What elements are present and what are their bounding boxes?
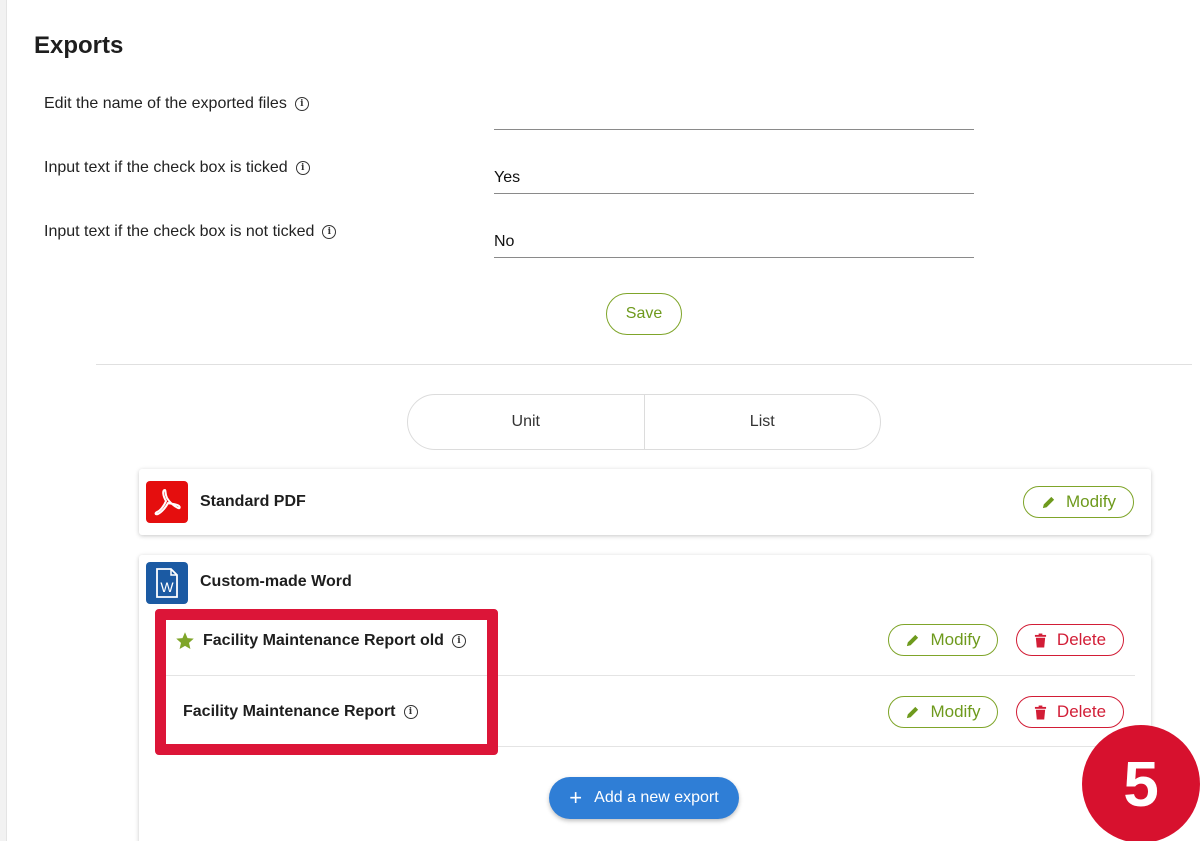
tab-list[interactable]: List [643,395,881,449]
modify-label: Modify [1065,492,1117,511]
filename-input[interactable] [494,98,974,130]
unticked-setting-label: Input text if the check box is not ticke… [44,223,337,241]
delete-label: Delete [1056,702,1107,721]
info-icon[interactable]: i [295,161,310,175]
add-export-button[interactable]: + Add a new export [549,777,739,819]
standard-pdf-card: Standard PDF Modify [139,469,1151,535]
ticked-setting-text: Input text if the check box is ticked [44,159,288,176]
trash-icon [1034,705,1046,719]
standard-pdf-title: Standard PDF [200,493,306,510]
plus-icon: + [569,785,583,810]
modify-button[interactable]: Modify [888,696,998,728]
standard-pdf-modify-button[interactable]: Modify [1023,486,1134,518]
modify-button[interactable]: Modify [888,624,998,656]
delete-button[interactable]: Delete [1016,624,1124,656]
template-name: Facility Maintenance Report [183,703,396,720]
page-title: Exports [34,32,124,59]
pencil-icon [907,634,919,646]
view-toggle: Unit List [407,394,881,450]
info-icon[interactable]: i [322,225,337,239]
section-divider [96,364,1192,365]
template-row-old[interactable]: Facility Maintenance Report old i [175,631,466,651]
info-icon[interactable]: i [294,97,309,111]
pencil-icon [1042,496,1055,508]
row-divider [155,746,1135,747]
row-divider [155,675,1135,676]
ticked-text-input[interactable] [494,162,974,194]
svg-text:W: W [160,579,174,595]
modify-label: Modify [930,630,981,649]
template-row-current[interactable]: Facility Maintenance Report i [183,703,418,721]
unticked-setting-text: Input text if the check box is not ticke… [44,223,315,240]
pdf-icon [146,481,188,523]
filename-setting-label: Edit the name of the exported files i [44,95,309,113]
tab-unit[interactable]: Unit [408,395,644,449]
unticked-text-input[interactable] [494,226,974,258]
modify-label: Modify [930,702,981,721]
info-icon[interactable]: i [403,705,418,719]
template-name: Facility Maintenance Report old [203,632,444,649]
step-badge: 5 [1082,725,1200,841]
left-panel-edge [0,0,7,841]
delete-button[interactable]: Delete [1016,696,1124,728]
save-button[interactable]: Save [606,293,682,335]
delete-label: Delete [1056,630,1107,649]
ticked-setting-label: Input text if the check box is ticked i [44,159,310,177]
custom-word-title: Custom-made Word [200,573,352,590]
word-icon: W [146,562,188,604]
trash-icon [1034,633,1046,647]
filename-setting-text: Edit the name of the exported files [44,95,287,112]
add-export-label: Add a new export [594,789,719,806]
pencil-icon [907,706,919,718]
star-icon [176,632,194,649]
info-icon[interactable]: i [451,634,466,648]
